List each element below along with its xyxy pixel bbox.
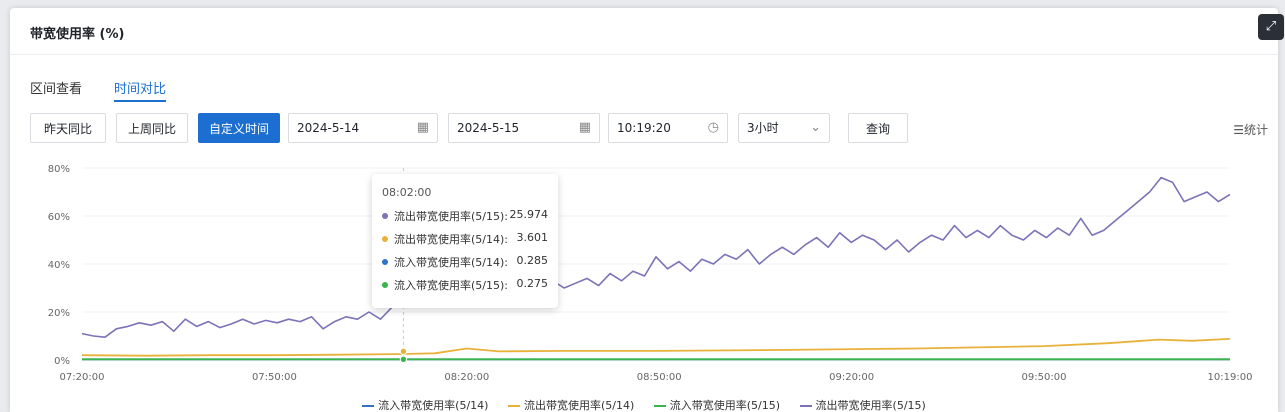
chart-legend: 流入带宽使用率(5/14) 流出带宽使用率(5/14) 流入带宽使用率(5/15… — [10, 397, 1278, 412]
clock-icon: ◷ — [707, 120, 719, 135]
x-tick-label: 10:19:00 — [1208, 372, 1253, 383]
y-tick-label: 80% — [48, 164, 70, 175]
hover-point — [399, 347, 408, 356]
series-dot — [382, 282, 388, 288]
query-button[interactable]: 查询 — [848, 113, 908, 143]
series-dot — [382, 259, 388, 265]
series-line — [81, 176, 1231, 338]
tooltip-series-name: 流出带宽使用率(5/14): — [394, 233, 508, 246]
legend-swatch — [653, 405, 666, 407]
legend-label: 流出带宽使用率(5/15) — [815, 399, 926, 412]
bandwidth-chart: 0% 20% 40% 60% 80% 07:20:00 07:50:00 08:20:00 0… — [48, 164, 1253, 383]
modal-title: 带宽使用率 (%) — [30, 27, 125, 42]
range-value: 3小时 — [747, 121, 779, 135]
series-dot — [382, 213, 388, 219]
range-select[interactable]: 3小时 ⌄ — [738, 113, 830, 143]
tooltip-series-name: 流入带宽使用率(5/14): — [394, 256, 508, 269]
x-tick-label: 08:50:00 — [637, 372, 682, 383]
series-dot — [382, 236, 388, 242]
tooltip-row: 流出带宽使用率(5/15): 25.974 — [382, 208, 548, 224]
legend-item[interactable]: 流出带宽使用率(5/14) — [507, 397, 635, 412]
x-tick-label: 07:50:00 — [252, 372, 297, 383]
tooltip-series-name: 流入带宽使用率(5/15): — [394, 279, 508, 292]
time-field[interactable]: 10:19:20 ◷ — [608, 113, 728, 143]
stats-toggle[interactable]: ☰统计 — [1233, 121, 1268, 138]
legend-item[interactable]: 流入带宽使用率(5/14) — [362, 397, 488, 412]
modal-header: 带宽使用率 (%) ✕ — [10, 8, 1278, 55]
tooltip-time: 08:02:00 — [382, 186, 432, 199]
tooltip-series-value: 25.974 — [509, 208, 549, 221]
yesterday-compare-button[interactable]: 昨天同比 — [30, 113, 106, 143]
tooltip-series-value: 0.285 — [516, 254, 549, 267]
custom-time-button[interactable]: 自定义时间 — [198, 113, 280, 143]
legend-item[interactable]: 流出带宽使用率(5/15) — [799, 397, 926, 412]
x-tick-label: 09:50:00 — [1022, 372, 1067, 383]
time-value: 10:19:20 — [617, 121, 671, 135]
hover-point — [399, 355, 408, 363]
calendar-icon: ▦ — [578, 120, 591, 135]
legend-label: 流入带宽使用率(5/14) — [378, 399, 489, 412]
bandwidth-modal: 带宽使用率 (%) ✕ 区间查看 时间对比 昨天同比 上周同比 自定义时间 20… — [10, 8, 1278, 412]
calendar-icon: ▦ — [416, 120, 429, 135]
tab-time-compare[interactable]: 时间对比 — [114, 78, 167, 102]
legend-item[interactable]: 流入带宽使用率(5/15) — [653, 397, 781, 412]
lastweek-compare-button[interactable]: 上周同比 — [116, 113, 188, 143]
legend-swatch — [362, 405, 375, 407]
legend-label: 流出带宽使用率(5/14) — [523, 399, 635, 412]
x-tick-label: 07:20:00 — [60, 372, 105, 383]
legend-swatch — [799, 405, 812, 407]
expand-icon[interactable]: ⤢ — [1258, 14, 1284, 40]
series-line — [81, 338, 1231, 357]
y-tick-label: 40% — [48, 260, 70, 271]
date-value-2: 2024-5-15 — [457, 121, 520, 135]
date-field-1[interactable]: 2024-5-14 ▦ — [288, 113, 438, 143]
tab-range-view[interactable]: 区间查看 — [30, 78, 82, 97]
y-tick-label: 60% — [48, 212, 70, 223]
list-icon: ☰ — [1233, 123, 1244, 137]
stats-label: 统计 — [1243, 123, 1268, 137]
tooltip-row: 流入带宽使用率(5/15): 0.275 — [382, 277, 548, 293]
x-tick-label: 09:20:00 — [829, 372, 874, 383]
tooltip-row: 流出带宽使用率(5/14): 3.601 — [382, 231, 548, 247]
tooltip-series-name: 流出带宽使用率(5/15): — [394, 210, 508, 223]
date-field-2[interactable]: 2024-5-15 ▦ — [448, 113, 600, 143]
tooltip-series-value: 0.275 — [516, 277, 549, 290]
tooltip-row: 流入带宽使用率(5/14): 0.285 — [382, 254, 548, 270]
y-tick-label: 20% — [48, 308, 70, 319]
tooltip-series-value: 3.601 — [516, 231, 549, 244]
chevron-down-icon: ⌄ — [810, 120, 821, 135]
x-tick-label: 08:20:00 — [444, 372, 489, 383]
y-tick-label: 0% — [54, 356, 70, 367]
chart-tooltip: 08:02:00 流出带宽使用率(5/15): 25.974 流出带宽使用率(5… — [372, 174, 558, 308]
date-value-1: 2024-5-14 — [297, 121, 360, 135]
legend-swatch — [507, 405, 520, 407]
legend-label: 流入带宽使用率(5/15) — [669, 399, 781, 412]
